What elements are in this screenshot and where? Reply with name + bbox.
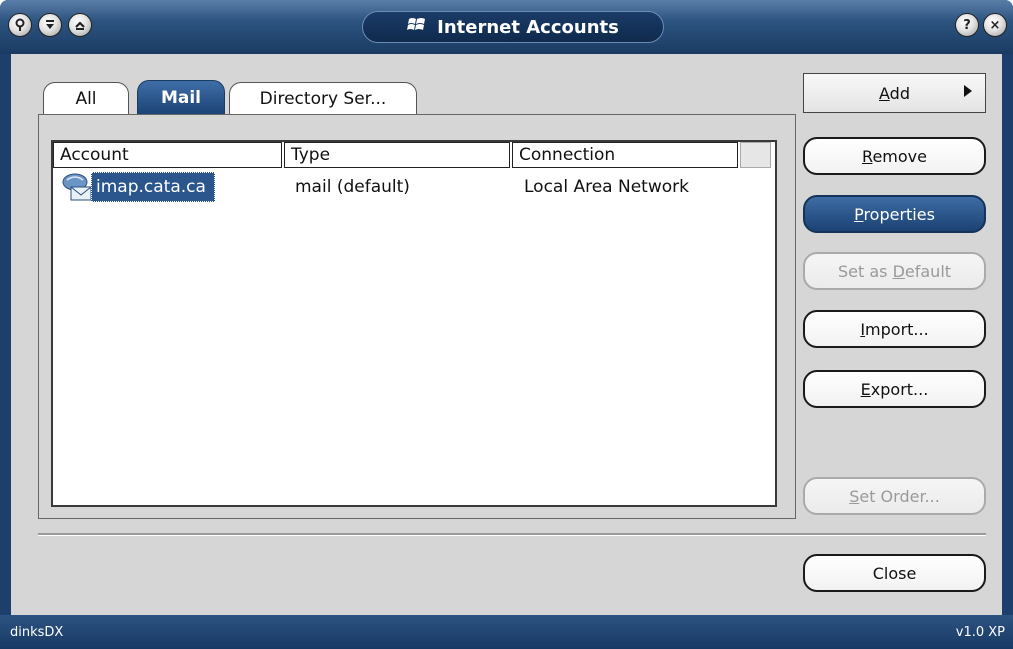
tab-mail-label: Mail <box>160 87 202 108</box>
account-type-cell: mail (default) <box>295 177 410 197</box>
import-label: Import... <box>860 319 929 339</box>
properties-button[interactable]: Properties <box>803 195 986 233</box>
add-button[interactable]: Add <box>803 73 986 113</box>
column-header-account[interactable]: Account <box>53 142 282 168</box>
column-header-type[interactable]: Type <box>284 142 510 168</box>
set-as-default-label: Set as Default <box>837 261 952 281</box>
pin-icon[interactable] <box>8 13 32 37</box>
title-bar[interactable]: Internet Accounts ? × <box>0 0 1013 54</box>
close-button[interactable]: Close <box>803 554 986 592</box>
column-connection-label: Connection <box>519 145 616 165</box>
separator-line <box>38 533 986 536</box>
tab-mail[interactable]: Mail <box>137 80 225 114</box>
tab-panel: Account Type Connection imap.cata.ca mai… <box>38 114 796 519</box>
window-title: Internet Accounts <box>437 16 619 38</box>
import-button[interactable]: Import... <box>803 310 986 348</box>
set-order-button[interactable]: Set Order... <box>803 477 986 515</box>
accounts-list[interactable]: Account Type Connection imap.cata.ca mai… <box>51 140 777 507</box>
close-label: Close <box>872 563 917 583</box>
table-row[interactable]: imap.cata.ca <box>61 172 231 202</box>
set-as-default-button[interactable]: Set as Default <box>803 252 986 290</box>
arrow-right-icon <box>963 84 973 102</box>
column-header-connection[interactable]: Connection <box>512 142 738 168</box>
column-type-label: Type <box>291 145 331 165</box>
internet-accounts-window: Internet Accounts ? × All Mail Directory… <box>0 0 1013 649</box>
account-name-cell[interactable]: imap.cata.ca <box>91 172 215 202</box>
tab-directory-service[interactable]: Directory Ser... <box>229 82 417 114</box>
tab-all-label: All <box>75 88 97 109</box>
tab-all[interactable]: All <box>43 82 129 114</box>
export-label: Export... <box>860 379 929 399</box>
status-bar: dinksDX v1.0 XP <box>0 615 1013 649</box>
remove-label: Remove <box>862 146 927 166</box>
column-header-filler <box>740 142 771 168</box>
restore-icon[interactable] <box>68 13 92 37</box>
properties-label: Properties <box>854 204 935 224</box>
column-account-label: Account <box>60 145 129 165</box>
set-order-label: Set Order... <box>849 486 940 506</box>
add-label: Add <box>879 83 910 103</box>
tab-directory-label: Directory Ser... <box>259 88 387 109</box>
status-version-text: v1.0 XP <box>955 625 1005 640</box>
help-icon[interactable]: ? <box>955 13 979 37</box>
close-icon[interactable]: × <box>983 13 1007 37</box>
remove-button[interactable]: Remove <box>803 137 986 175</box>
close-glyph: × <box>989 17 1001 33</box>
window-title-pill: Internet Accounts <box>362 11 664 43</box>
dialog-body: All Mail Directory Ser... Account Type C… <box>11 54 1002 616</box>
minimize-icon[interactable] <box>38 13 62 37</box>
export-button[interactable]: Export... <box>803 370 986 408</box>
status-left-text: dinksDX <box>10 625 64 640</box>
windows-flag-icon <box>407 16 427 38</box>
help-glyph: ? <box>963 17 971 33</box>
account-connection-cell: Local Area Network <box>524 177 689 197</box>
mail-account-icon <box>61 172 95 202</box>
